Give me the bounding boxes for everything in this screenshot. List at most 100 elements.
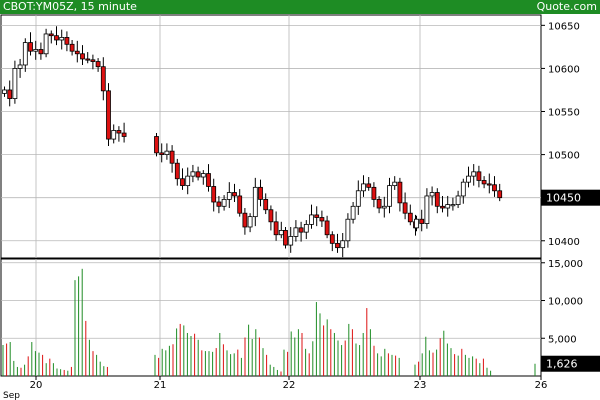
candle-body xyxy=(211,186,217,203)
candle-body xyxy=(350,205,356,220)
candle-body xyxy=(340,240,346,249)
candle-body xyxy=(407,212,413,223)
candle-body xyxy=(402,202,408,214)
candle-body xyxy=(17,64,23,69)
candle-body xyxy=(185,175,191,187)
candle-body xyxy=(100,66,106,92)
candle-body xyxy=(195,171,201,178)
candle-body xyxy=(450,204,456,207)
x-tick-label: 22 xyxy=(283,380,296,391)
candle-body xyxy=(200,173,206,178)
candle-body xyxy=(174,162,180,180)
candle-body xyxy=(263,199,269,211)
candle-body xyxy=(434,192,440,207)
current-volume-label: 1,626 xyxy=(546,358,578,371)
candle-body xyxy=(486,183,492,186)
candle-body xyxy=(419,218,425,224)
x-tick-label: 21 xyxy=(154,380,167,391)
candle-body xyxy=(345,218,351,242)
candle-body xyxy=(28,42,33,52)
x-tick-label: 26 xyxy=(535,380,548,391)
volume-tick-label: 15,000 xyxy=(548,259,583,270)
candle-body xyxy=(2,89,7,94)
candle-body xyxy=(283,230,288,246)
candle-body xyxy=(298,227,304,233)
candle-body xyxy=(371,186,377,200)
candle-body xyxy=(226,192,232,200)
candle-body xyxy=(329,234,335,244)
candle-body xyxy=(268,209,274,223)
candle-body xyxy=(355,190,361,207)
price-tick-label: 10600 xyxy=(548,64,580,75)
candle-body xyxy=(247,216,253,228)
candle-body xyxy=(33,49,39,52)
volume-tick-label: 10,000 xyxy=(548,297,583,308)
candle-body xyxy=(303,223,309,233)
candle-body xyxy=(164,150,170,155)
volume-tick-label: 5,000 xyxy=(548,334,577,345)
candle-body xyxy=(293,227,299,237)
candle-body xyxy=(324,220,330,236)
candle-body xyxy=(154,136,159,154)
candle-body xyxy=(460,181,466,197)
candle-body xyxy=(366,183,372,188)
candle-body xyxy=(121,132,127,137)
candle-body xyxy=(221,199,227,207)
price-tick-label: 10400 xyxy=(548,237,580,248)
candle-body xyxy=(387,185,392,207)
candle-body xyxy=(80,53,85,60)
candle-body xyxy=(361,183,366,192)
x-month-label: Sep xyxy=(3,391,20,400)
candle-body xyxy=(232,192,237,197)
candle-body xyxy=(414,218,419,229)
x-tick-label: 23 xyxy=(414,380,427,391)
candle-body xyxy=(159,152,165,155)
candle-body xyxy=(48,33,54,37)
price-tick-label: 10550 xyxy=(548,108,580,119)
candle-body xyxy=(106,90,111,140)
candle-body xyxy=(471,171,477,177)
candle-body xyxy=(74,50,80,55)
candle-body xyxy=(455,195,461,205)
candle-body xyxy=(169,150,175,164)
candle-body xyxy=(258,186,263,200)
chart-frame: CBOT:YM05Z, 15 minute Quote.com 10650 106… xyxy=(0,0,600,400)
candle-body xyxy=(216,201,222,207)
candle-body xyxy=(242,212,248,228)
candle-body xyxy=(12,68,18,99)
candle-body xyxy=(440,205,445,209)
candle-body xyxy=(397,181,403,204)
candle-body xyxy=(492,184,497,192)
price-volume-chart: 10650 10600 10550 10500 10400 10450 15,000 10,0… xyxy=(0,14,600,400)
price-tick-label: 10650 xyxy=(548,21,580,32)
candle-body xyxy=(392,181,398,187)
candle-body xyxy=(180,178,185,187)
candle-body xyxy=(116,130,122,134)
candle-body xyxy=(7,89,13,99)
candle-body xyxy=(429,192,435,197)
candle-body xyxy=(38,49,44,55)
candle-body xyxy=(335,242,340,249)
price-tick-label: 10500 xyxy=(548,151,580,162)
candle-body xyxy=(237,195,243,214)
candle-body xyxy=(314,214,320,218)
candle-body xyxy=(252,186,258,218)
candle-body xyxy=(206,173,211,187)
current-price-label: 10450 xyxy=(546,192,581,205)
candle-body xyxy=(288,236,294,246)
candle-body xyxy=(466,175,471,183)
candle-body xyxy=(309,214,314,225)
candle-body xyxy=(381,205,387,209)
candle-body xyxy=(319,217,325,222)
candle-body xyxy=(22,42,28,66)
candle-body xyxy=(90,59,96,62)
candle-body xyxy=(95,61,101,68)
candle-body xyxy=(273,221,279,236)
candle-body xyxy=(481,180,487,185)
candle-body xyxy=(445,204,451,209)
candle-body xyxy=(59,37,65,41)
candle-body xyxy=(64,37,70,45)
candle-body xyxy=(476,171,482,181)
candle-body xyxy=(111,130,117,140)
candle-body xyxy=(54,35,59,41)
